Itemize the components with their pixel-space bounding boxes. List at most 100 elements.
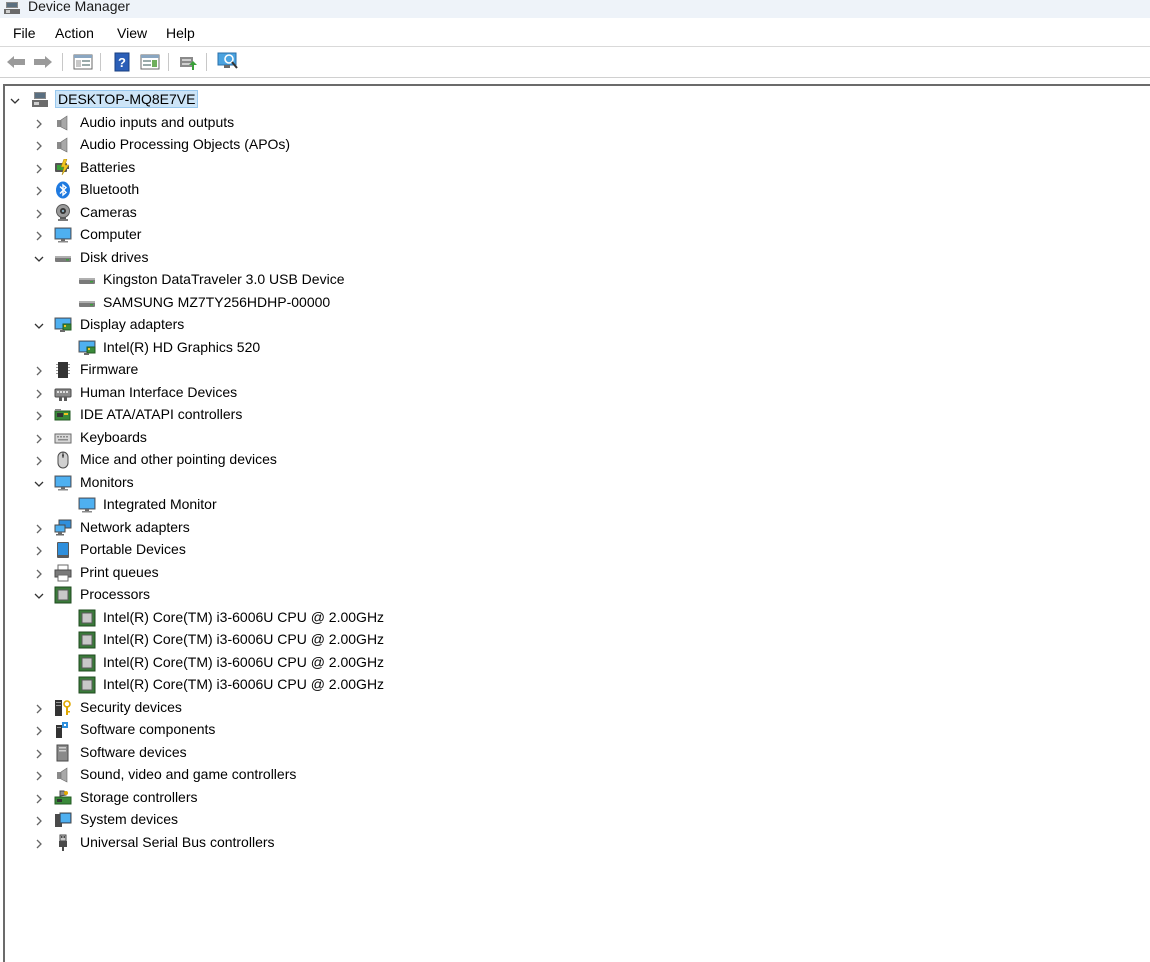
collapse-chevron-icon[interactable] [33,589,45,601]
expand-chevron-icon[interactable] [33,387,45,399]
tree-category-batteries[interactable]: Batteries [5,157,1145,179]
tree-root-label: DESKTOP-MQ8E7VE [55,90,199,108]
tree-category-keyboards[interactable]: Keyboards [5,427,1145,449]
action-pane-button[interactable] [139,52,161,72]
help-icon: ? [114,52,130,72]
tree-category-sound-video-and-game-controllers[interactable]: Sound, video and game controllers [5,764,1145,786]
expand-chevron-icon[interactable] [33,184,45,196]
chip-icon [54,361,72,379]
usb-icon [54,834,72,852]
collapse-chevron-icon[interactable] [33,252,45,264]
tree-item-label: Software components [80,721,216,737]
processor-icon [54,586,72,604]
tree-category-human-interface-devices[interactable]: Human Interface Devices [5,382,1145,404]
forward-button[interactable] [32,52,54,72]
expand-chevron-icon[interactable] [33,567,45,579]
tree-category-system-devices[interactable]: System devices [5,809,1145,831]
tree-item-label: Network adapters [80,518,190,535]
collapse-chevron-icon[interactable] [9,94,21,106]
expand-chevron-icon[interactable] [33,162,45,174]
tree-item-label: System devices [80,811,179,827]
tree-item-label: Intel(R) Core(TM) i3-6006U CPU @ 2.00GHz [103,608,385,625]
tree-device[interactable]: Integrated Monitor [5,494,1145,516]
tree-device[interactable]: SAMSUNG MZ7TY256HDHP-00000 [5,292,1145,314]
back-button[interactable] [5,52,27,72]
tree-category-ide-ata-atapi-controllers[interactable]: IDE ATA/ATAPI controllers [5,404,1145,426]
expand-chevron-icon[interactable] [33,544,45,556]
tree-item-label: Cameras [80,203,137,220]
software-component-icon [54,721,72,739]
forward-arrow-icon [34,56,52,68]
network-icon [54,519,72,537]
help-button[interactable]: ? [111,52,133,72]
device-tree[interactable]: DESKTOP-MQ8E7VE Audio inputs and outputs A… [3,84,1150,962]
tree-category-monitors[interactable]: Monitors [5,472,1145,494]
tree-device[interactable]: Intel(R) Core(TM) i3-6006U CPU @ 2.00GHz [5,674,1145,696]
expand-chevron-icon[interactable] [33,207,45,219]
tree-device[interactable]: Intel(R) Core(TM) i3-6006U CPU @ 2.00GHz [5,629,1145,651]
tree-category-cameras[interactable]: Cameras [5,202,1145,224]
processor-icon [78,676,96,694]
tree-category-processors[interactable]: Processors [5,584,1145,606]
show-hide-console-tree-button[interactable] [72,52,94,72]
menu-help[interactable]: Help [166,25,195,41]
expand-chevron-icon[interactable] [33,769,45,781]
processor-icon [78,654,96,672]
tree-category-network-adapters[interactable]: Network adapters [5,517,1145,539]
tree-item-label: Disk drives [80,248,149,265]
show-hide-console-tree-icon [73,54,93,70]
expand-chevron-icon[interactable] [33,409,45,421]
tree-category-audio-inputs-and-outputs[interactable]: Audio inputs and outputs [5,112,1145,134]
expand-chevron-icon[interactable] [33,364,45,376]
tree-device[interactable]: Kingston DataTraveler 3.0 USB Device [5,269,1145,291]
update-driver-button[interactable] [177,52,199,72]
tree-device[interactable]: Intel(R) Core(TM) i3-6006U CPU @ 2.00GHz [5,607,1145,629]
tree-category-universal-serial-bus-controllers[interactable]: Universal Serial Bus controllers [5,832,1145,854]
bluetooth-icon [54,181,72,199]
tree-category-firmware[interactable]: Firmware [5,359,1145,381]
expand-chevron-icon[interactable] [33,747,45,759]
tree-device[interactable]: Intel(R) Core(TM) i3-6006U CPU @ 2.00GHz [5,652,1145,674]
tree-category-software-devices[interactable]: Software devices [5,742,1145,764]
tree-category-storage-controllers[interactable]: Storage controllers [5,787,1145,809]
expand-chevron-icon[interactable] [33,702,45,714]
expand-chevron-icon[interactable] [33,792,45,804]
expand-chevron-icon[interactable] [33,454,45,466]
tree-category-portable-devices[interactable]: Portable Devices [5,539,1145,561]
expand-chevron-icon[interactable] [33,814,45,826]
menu-file[interactable]: File [13,25,36,41]
tree-item-label: Firmware [80,361,139,377]
expand-chevron-icon[interactable] [33,229,45,241]
tree-category-disk-drives[interactable]: Disk drives [5,247,1145,269]
expand-chevron-icon[interactable] [33,117,45,129]
tree-device[interactable]: Intel(R) HD Graphics 520 [5,337,1145,359]
expand-chevron-icon[interactable] [33,724,45,736]
tree-category-mice-and-other-pointing-devices[interactable]: Mice and other pointing devices [5,449,1145,471]
menu-view[interactable]: View [117,25,147,41]
toolbar-separator [62,53,63,71]
collapse-chevron-icon[interactable] [33,477,45,489]
speaker-icon [54,114,72,132]
collapse-chevron-icon[interactable] [33,319,45,331]
tree-category-software-components[interactable]: Software components [5,719,1145,741]
tree-item-label: Intel(R) HD Graphics 520 [103,338,261,355]
tree-item-label: Processors [80,586,151,602]
tree-category-computer[interactable]: Computer [5,224,1145,246]
tree-category-security-devices[interactable]: Security devices [5,697,1145,719]
tree-item-label: Audio Processing Objects (APOs) [80,136,291,152]
tree-category-audio-processing-objects-apos[interactable]: Audio Processing Objects (APOs) [5,134,1145,156]
display-icon [78,339,96,357]
expand-chevron-icon[interactable] [33,432,45,444]
tree-category-display-adapters[interactable]: Display adapters [5,314,1145,336]
action-pane-icon [140,54,160,70]
tree-root-computer[interactable]: DESKTOP-MQ8E7VE [5,89,1145,111]
expand-chevron-icon[interactable] [33,522,45,534]
expand-chevron-icon[interactable] [33,139,45,151]
menu-action[interactable]: Action [55,25,94,41]
tree-item-label: Universal Serial Bus controllers [80,833,275,850]
scan-hardware-changes-button[interactable] [217,52,239,72]
tree-item-label: Portable Devices [80,541,186,557]
expand-chevron-icon[interactable] [33,837,45,849]
tree-category-bluetooth[interactable]: Bluetooth [5,179,1145,201]
tree-category-print-queues[interactable]: Print queues [5,562,1145,584]
